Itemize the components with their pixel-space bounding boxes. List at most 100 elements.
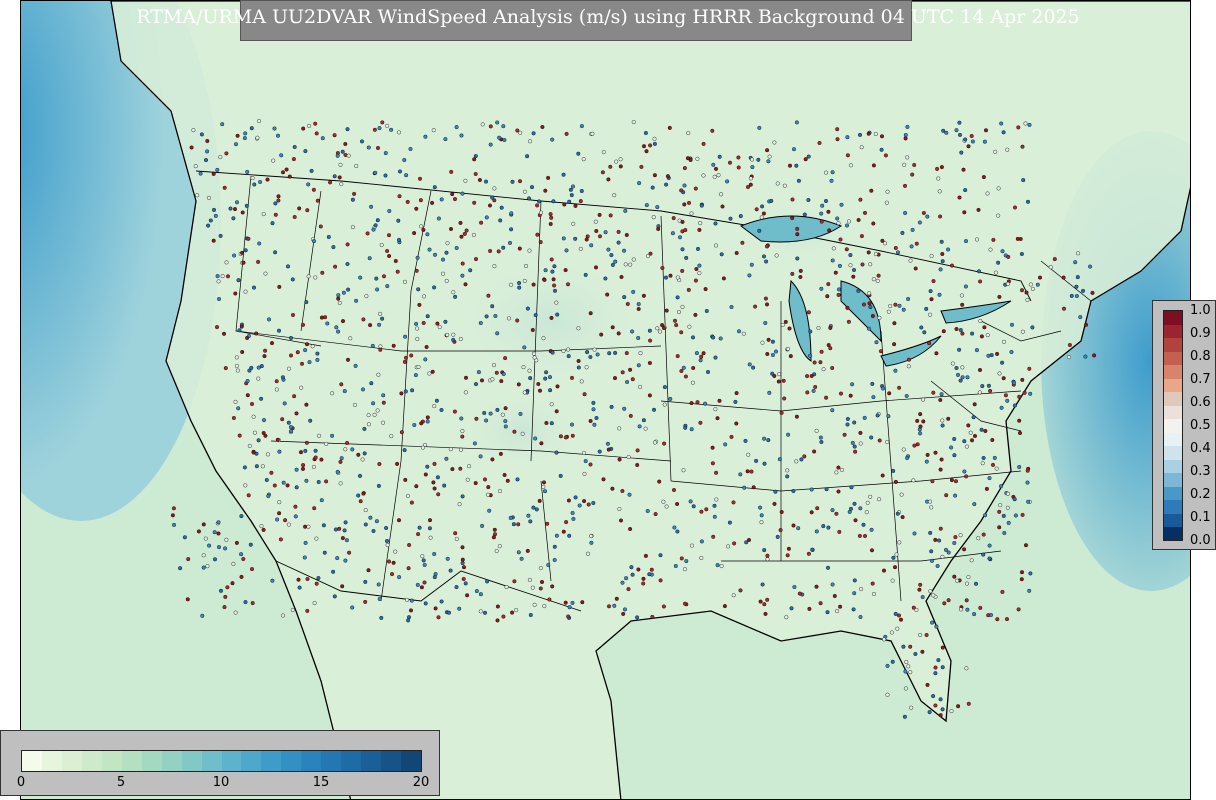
observation-station [375,408,380,413]
observation-station [964,666,969,671]
map-canvas[interactable] [20,0,1191,800]
observation-station [818,601,823,606]
observation-station [215,167,220,172]
observation-station [452,409,457,414]
observation-station [579,379,584,384]
observation-station [492,527,497,532]
observation-station [806,310,811,315]
observation-station [376,483,381,488]
observation-station [899,617,904,622]
observation-station [416,365,421,370]
observation-station [199,132,204,137]
observation-station [530,185,535,190]
observation-station [387,233,392,238]
observation-station [528,519,533,524]
observation-station [320,136,325,141]
observation-station [893,302,898,307]
observation-station [964,444,969,449]
observation-station [1069,293,1074,298]
observation-station [955,578,960,583]
observation-station [606,247,611,252]
observation-station [236,406,241,411]
observation-station [380,316,385,321]
observation-station [256,365,261,370]
observation-station [635,615,640,620]
observation-station [377,322,382,327]
observation-station [679,369,684,374]
observation-station [336,329,341,334]
observation-station [360,457,365,462]
observation-station [682,202,687,207]
observation-station [345,127,350,132]
observation-station [766,438,771,443]
observation-station [698,221,703,226]
observation-station [564,131,569,136]
observation-station [1061,306,1066,311]
observation-station [257,241,262,246]
observation-station [651,215,656,220]
observation-station [893,565,898,570]
observation-station [698,420,703,425]
observation-station [653,440,658,445]
observation-station [539,210,544,215]
observation-station [859,145,864,150]
observation-station [508,240,513,245]
observation-station [304,440,309,445]
observation-station [946,598,951,603]
observation-station [648,143,653,148]
observation-station [571,516,576,521]
observation-station [791,523,796,528]
observation-station [424,345,429,350]
observation-station [537,199,542,204]
observation-station [589,243,594,248]
observation-station [636,307,641,312]
observation-station [976,536,981,541]
observation-station [1074,284,1079,289]
observation-station [718,336,723,341]
observation-station [367,256,372,261]
observation-station [405,597,410,602]
observation-station [999,121,1004,126]
observation-station [992,455,997,460]
observation-station [200,613,205,618]
observation-station [726,544,731,549]
observation-station [750,165,755,170]
observation-station [231,561,236,566]
observation-station [1013,205,1018,210]
observation-station [847,219,852,224]
observation-station [785,553,790,558]
observation-station [956,372,961,377]
observation-station [231,416,236,421]
observation-station [211,238,216,243]
observation-station [337,526,342,531]
observation-station [405,493,410,498]
observation-station [1025,297,1030,302]
observation-station [358,275,363,280]
observation-station [274,387,279,392]
observation-station [586,502,591,507]
observation-station [434,398,439,403]
observation-station [782,183,787,188]
observation-station [995,617,1000,622]
observation-station [366,422,371,427]
observation-station [680,268,685,273]
observation-station [573,236,578,241]
observation-station [430,369,435,374]
observation-station [427,371,432,376]
right-colorbar-label: 0.0 [1190,533,1211,548]
observation-station [826,209,831,214]
observation-station [996,213,1001,218]
observation-station [858,132,863,137]
observation-station [620,580,625,585]
observation-station [273,250,278,255]
observation-station [630,377,635,382]
observation-station [786,432,791,437]
observation-station [631,257,636,262]
observation-station [614,596,619,601]
observation-station [1001,513,1006,518]
observation-station [940,645,945,650]
observation-station [765,597,770,602]
observation-station [280,417,285,422]
observation-station [968,430,973,435]
observation-station [406,566,411,571]
